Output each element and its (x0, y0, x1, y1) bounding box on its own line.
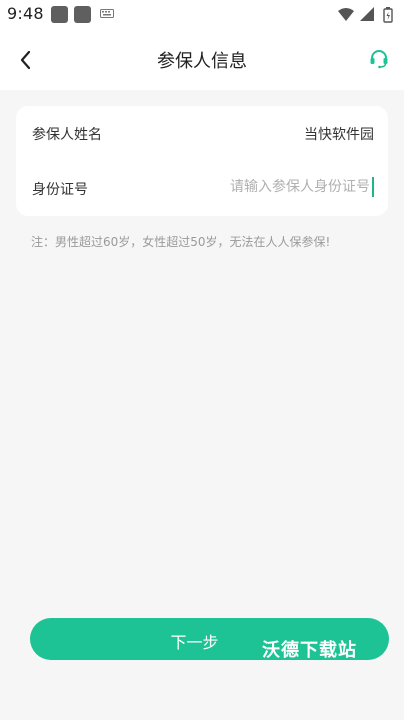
page-title: 参保人信息 (157, 51, 247, 72)
gesture-area (0, 706, 404, 720)
signal-icon (360, 7, 374, 21)
insured-info-card: 参保人姓名 当快软件园 身份证号 (16, 106, 388, 216)
page-header: 参保人信息 (0, 30, 404, 90)
id-number-row: 身份证号 (16, 161, 388, 215)
app-notification-icon (51, 6, 68, 23)
status-bar: 9:48 (0, 0, 404, 30)
insured-name-label: 参保人姓名 (32, 127, 102, 143)
insured-name-value: 当快软件园 (304, 127, 374, 143)
id-number-label: 身份证号 (32, 182, 88, 198)
age-limit-note: 注：男性超过60岁，女性超过50岁，无法在人人保参保! (31, 235, 331, 249)
text-cursor (372, 177, 374, 197)
app-notification-icon (74, 6, 91, 23)
insured-name-row: 参保人姓名 当快软件园 (16, 106, 388, 160)
keyboard-icon (100, 9, 114, 18)
wifi-icon (338, 8, 354, 21)
status-time: 9:48 (7, 4, 44, 23)
status-right-icons (336, 6, 398, 24)
id-number-input[interactable] (170, 175, 374, 199)
watermark-text: 沃德下载站 (262, 640, 357, 661)
battery-icon (383, 7, 393, 23)
headset-icon[interactable] (368, 47, 390, 69)
